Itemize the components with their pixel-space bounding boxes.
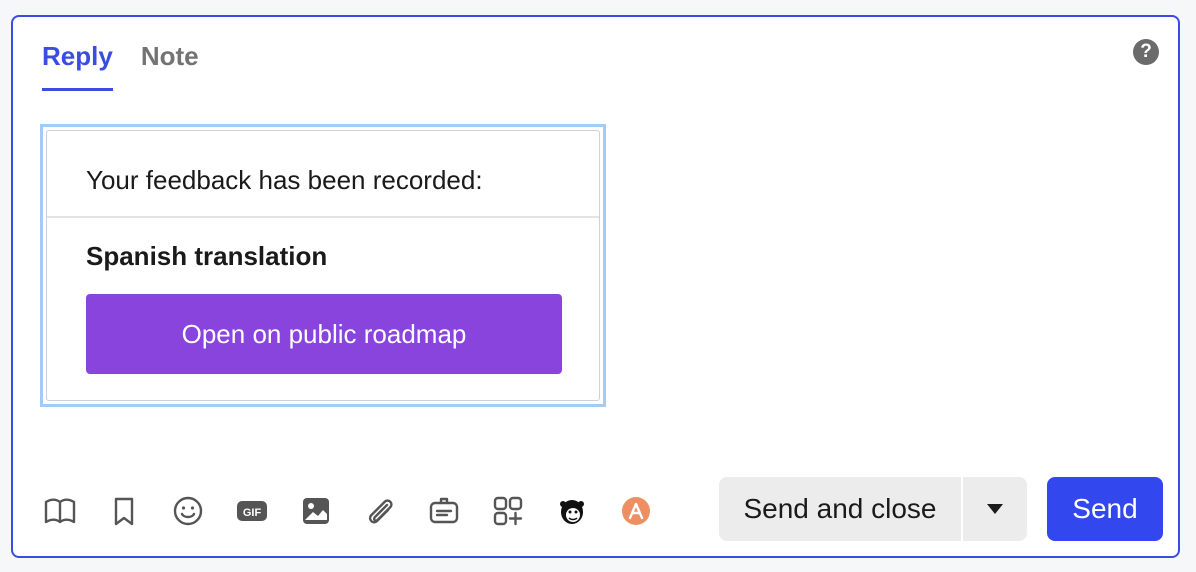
composer-tabs: Reply Note xyxy=(42,39,199,91)
send-options-dropdown[interactable] xyxy=(963,477,1027,541)
image-icon[interactable] xyxy=(298,493,334,529)
bookmark-icon[interactable] xyxy=(106,493,142,529)
send-and-close-group: Send and close xyxy=(719,477,1027,541)
attachment-icon[interactable] xyxy=(362,493,398,529)
ticket-icon[interactable] xyxy=(426,493,462,529)
tab-reply[interactable]: Reply xyxy=(42,39,113,91)
help-icon[interactable]: ? xyxy=(1133,39,1159,65)
composer-toolbar: GIF xyxy=(42,491,682,531)
reply-composer: Reply Note ? Your feedback has been reco… xyxy=(11,15,1180,558)
card-divider xyxy=(47,216,599,218)
inserted-card-selection[interactable]: Your feedback has been recorded: Spanish… xyxy=(40,124,606,407)
book-icon[interactable] xyxy=(42,493,78,529)
send-button[interactable]: Send xyxy=(1047,477,1163,541)
tab-note[interactable]: Note xyxy=(141,39,199,91)
app-integration-icon[interactable] xyxy=(618,493,654,529)
gif-icon[interactable]: GIF xyxy=(234,493,270,529)
send-and-close-button[interactable]: Send and close xyxy=(719,477,961,541)
card-item-title: Spanish translation xyxy=(86,241,328,271)
card-message: Your feedback has been recorded: xyxy=(86,165,483,195)
chevron-down-icon xyxy=(987,504,1003,514)
gif-label: GIF xyxy=(243,507,262,519)
open-roadmap-button[interactable]: Open on public roadmap xyxy=(86,294,562,374)
emoji-icon[interactable] xyxy=(170,493,206,529)
mailchimp-icon[interactable] xyxy=(554,493,590,529)
feedback-card: Your feedback has been recorded: Spanish… xyxy=(46,130,600,401)
apps-icon[interactable] xyxy=(490,493,526,529)
